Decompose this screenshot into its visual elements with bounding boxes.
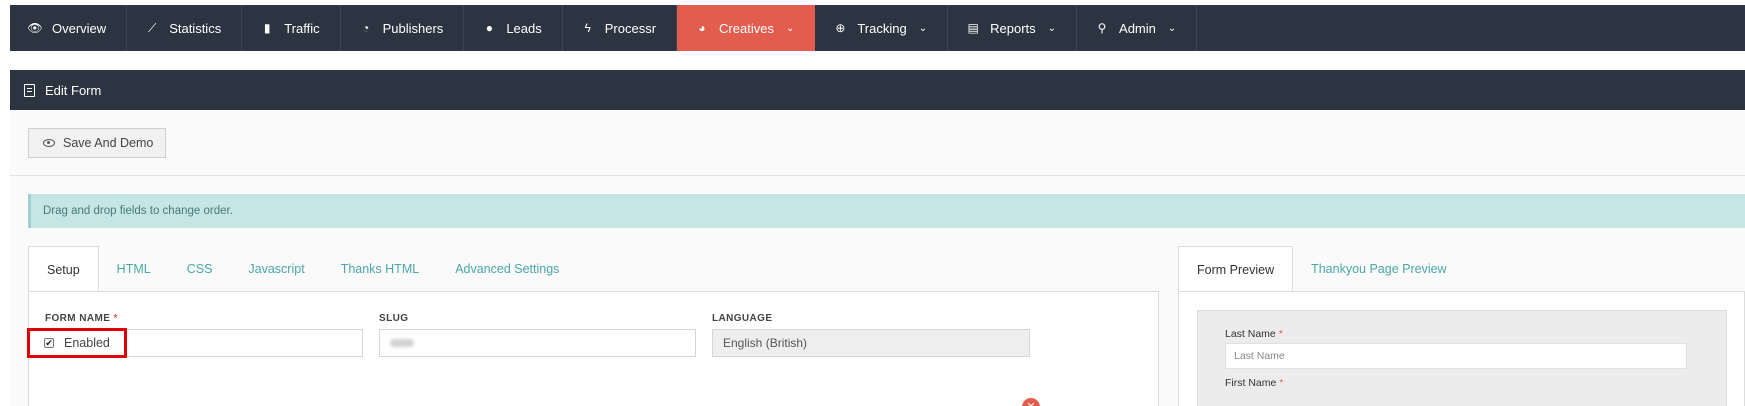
main-nav: 👁 Overview ⟋ Statistics ▮ Traffic ◔ Publ… (10, 5, 1745, 51)
editor-tabs: Setup HTML CSS Javascript Thanks HTML Ad… (28, 246, 577, 292)
nav-traffic-label: Traffic (284, 20, 320, 36)
nav-statistics[interactable]: ⟋ Statistics (127, 5, 243, 51)
page-title: Edit Form (45, 82, 102, 98)
nav-publishers-label: Publishers (382, 20, 444, 36)
chevron-down-icon: ⌄ (1047, 22, 1057, 34)
nav-leads-label: Leads (506, 20, 542, 36)
eye-icon: 👁 (27, 21, 43, 35)
last-name-placeholder: Last Name (1234, 350, 1285, 362)
last-name-label-text: Last Name (1225, 328, 1276, 340)
setup-tab-content: FORM NAME * SLUG LANGUAGE English (Briti… (28, 291, 1159, 406)
tab-thankyou-preview[interactable]: Thankyou Page Preview (1293, 246, 1465, 291)
chevron-down-icon: ⌄ (918, 22, 928, 34)
tab-setup[interactable]: Setup (28, 246, 99, 292)
nav-processr[interactable]: ϟ Processr (563, 5, 678, 51)
user-icon: ● (485, 21, 493, 35)
nav-publishers[interactable]: ◔ Publishers (341, 5, 465, 51)
nav-reports[interactable]: ▤ Reports ⌄ (948, 5, 1078, 51)
traffic-light-icon: ▮ (263, 21, 271, 35)
save-and-demo-button[interactable]: Save And Demo (28, 128, 166, 158)
nav-leads[interactable]: ● Leads (464, 5, 563, 51)
required-mark: * (1279, 377, 1284, 389)
enabled-checkbox[interactable]: ✔ (44, 338, 54, 348)
nav-admin-label: Admin (1119, 20, 1156, 36)
tab-thanks-html[interactable]: Thanks HTML (323, 246, 438, 291)
last-name-input[interactable]: Last Name (1225, 343, 1687, 369)
language-label: LANGUAGE (712, 313, 773, 324)
redacted-value (390, 339, 414, 347)
info-alert: Drag and drop fields to change order. (28, 194, 1745, 228)
language-value: English (British) (723, 336, 808, 350)
nav-tracking-label: Tracking (857, 20, 907, 36)
nav-processr-label: Processr (604, 20, 657, 36)
close-icon[interactable]: ✕ (1022, 398, 1040, 406)
chevron-down-icon: ⌄ (785, 22, 795, 34)
chevron-down-icon: ⌄ (1167, 22, 1177, 34)
info-alert-text: Drag and drop fields to change order. (43, 205, 233, 217)
enabled-checkbox-row[interactable]: ✔ Enabled (27, 328, 127, 358)
bolt-icon: ϟ (584, 21, 591, 35)
first-name-label-text: First Name (1225, 377, 1277, 389)
tab-form-preview[interactable]: Form Preview (1178, 246, 1294, 292)
nav-tracking[interactable]: ⊕ Tracking ⌄ (815, 5, 949, 51)
nav-admin[interactable]: ⚲ Admin ⌄ (1077, 5, 1198, 51)
form-preview-panel: Last Name * Last Name First Name * (1178, 291, 1745, 406)
tab-javascript[interactable]: Javascript (230, 246, 322, 291)
nav-reports-label: Reports (990, 20, 1036, 36)
language-select[interactable]: English (British) (712, 329, 1030, 357)
nav-traffic[interactable]: ▮ Traffic (242, 5, 341, 51)
preview-tabs: Form Preview Thankyou Page Preview (1178, 246, 1465, 292)
panel-header: Edit Form (10, 70, 1745, 110)
wrench-icon: ⚲ (1097, 21, 1107, 35)
form-icon (24, 83, 35, 97)
nav-creatives-label: Creatives (719, 20, 774, 36)
required-mark: * (1278, 328, 1283, 340)
eye-icon (43, 139, 55, 147)
tab-advanced-settings[interactable]: Advanced Settings (437, 246, 577, 291)
form-preview-canvas: Last Name * Last Name First Name * (1197, 310, 1727, 406)
slug-label: SLUG (379, 313, 409, 324)
magnet-icon: ◔ (361, 21, 370, 35)
nav-creatives[interactable]: ◕ Creatives ⌄ (677, 5, 816, 51)
first-name-label: First Name * (1225, 377, 1283, 389)
nav-overview-label: Overview (52, 20, 107, 36)
enabled-label: Enabled (64, 336, 110, 350)
form-name-label-text: FORM NAME (45, 313, 111, 324)
slug-input[interactable] (379, 329, 696, 357)
tab-css[interactable]: CSS (169, 246, 231, 291)
chart-line-icon: ⟋ (147, 20, 157, 35)
save-and-demo-label: Save And Demo (63, 136, 154, 150)
last-name-label: Last Name * (1225, 328, 1283, 340)
nav-statistics-label: Statistics (169, 20, 222, 36)
nav-overview[interactable]: 👁 Overview (10, 5, 128, 51)
required-mark: * (113, 313, 118, 324)
crosshair-icon: ⊕ (835, 21, 846, 35)
form-name-label: FORM NAME * (45, 313, 118, 324)
panel-body: Save And Demo Drag and drop fields to ch… (10, 110, 1745, 406)
toolbar: Save And Demo (10, 110, 1745, 176)
tab-html[interactable]: HTML (99, 246, 169, 291)
report-icon: ▤ (967, 21, 979, 35)
palette-icon: ◕ (698, 21, 706, 35)
